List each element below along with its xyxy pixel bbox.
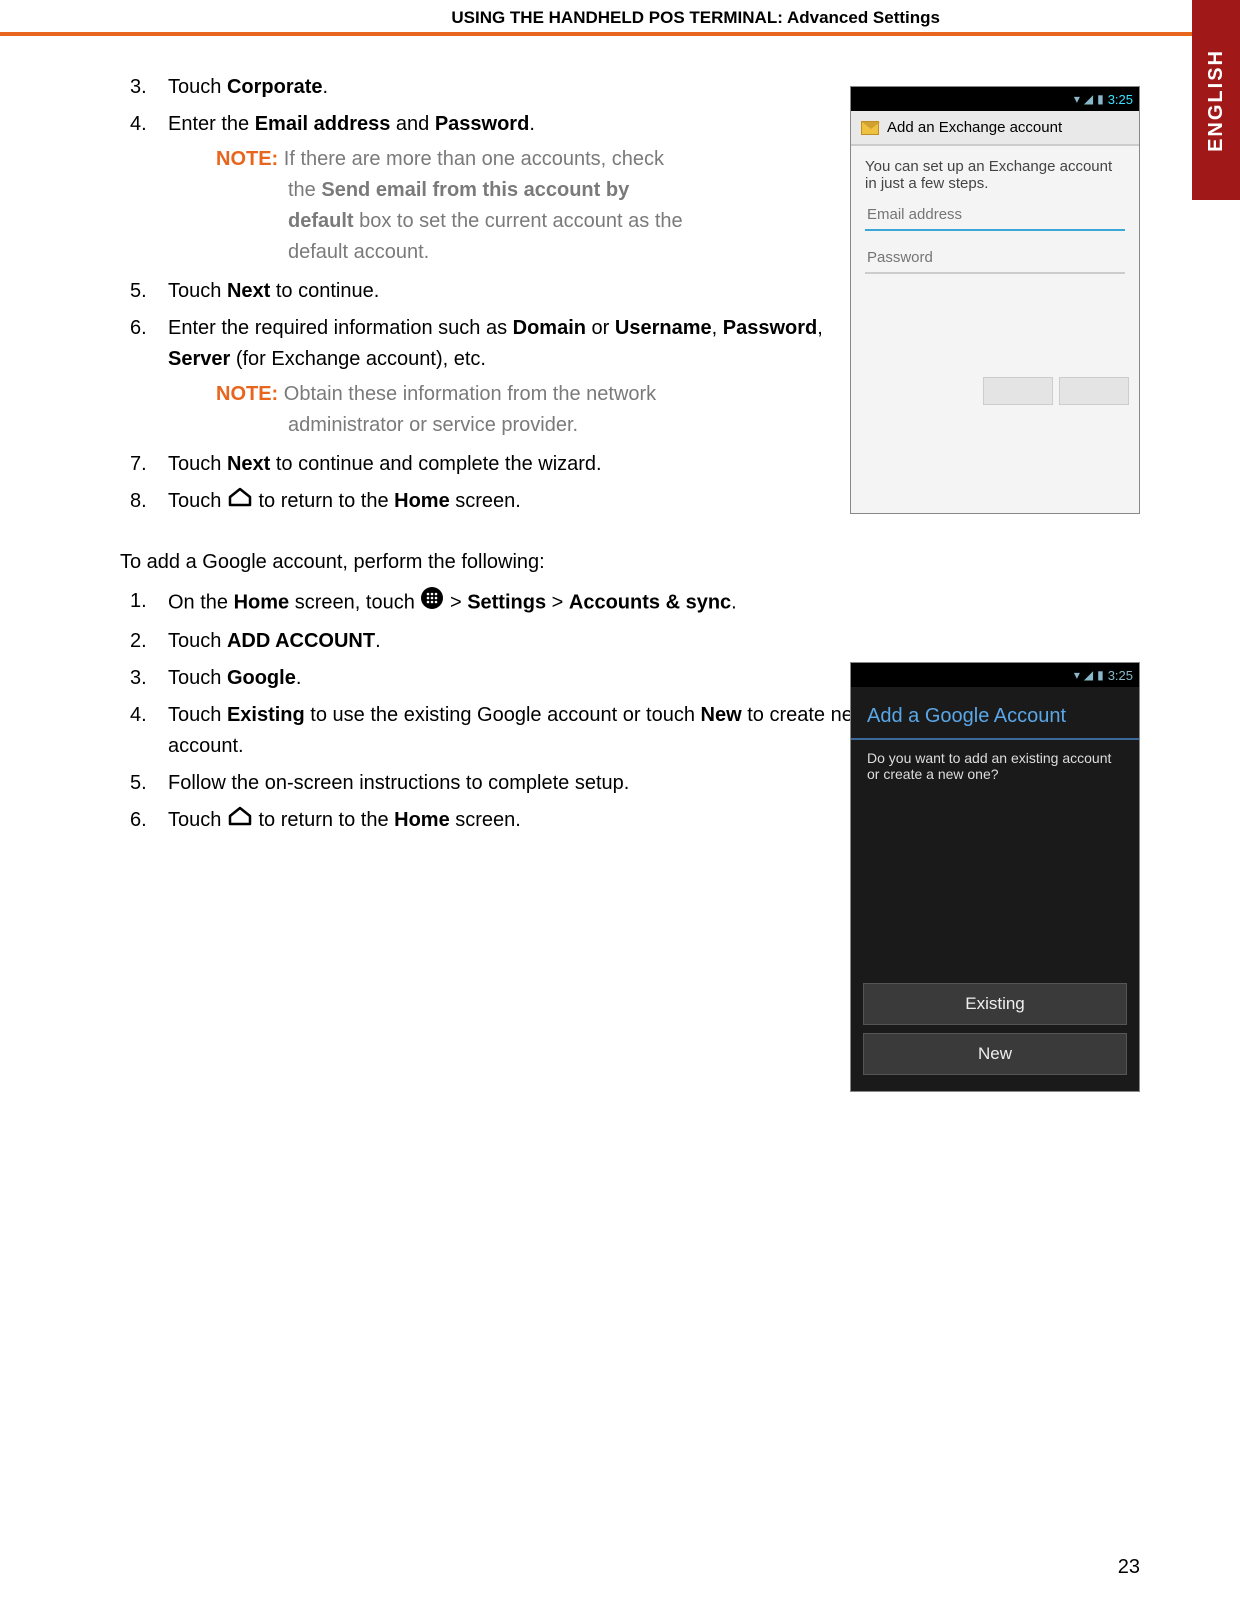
bold: Email address bbox=[255, 113, 391, 135]
bold: Next bbox=[227, 280, 270, 302]
email-field[interactable] bbox=[865, 200, 1125, 231]
screen-title: Add a Google Account bbox=[851, 687, 1139, 740]
step-number: 7. bbox=[130, 449, 147, 480]
bold: Password bbox=[435, 113, 529, 135]
existing-button[interactable]: Existing bbox=[863, 983, 1127, 1025]
g-step-6: 6. Touch to return to the Home screen. bbox=[120, 805, 880, 836]
page-number: 23 bbox=[1118, 1556, 1140, 1579]
header-title: USING THE HANDHELD POS TERMINAL: Advance… bbox=[451, 8, 940, 28]
instruction-text: You can set up an Exchange account in ju… bbox=[865, 158, 1125, 192]
home-icon bbox=[227, 486, 253, 517]
step-number: 4. bbox=[130, 700, 147, 731]
instruction-list-1: 3. Touch Corporate. 4. Enter the Email a… bbox=[120, 72, 880, 517]
battery-icon: ▮ bbox=[1097, 92, 1104, 106]
step-3: 3. Touch Corporate. bbox=[120, 72, 880, 103]
text: Touch bbox=[168, 280, 227, 302]
wifi-icon: ▾ bbox=[1074, 92, 1080, 106]
clock: 3:25 bbox=[1108, 92, 1133, 107]
note-text: administrator or service provider. bbox=[216, 410, 880, 441]
note-text: default account. bbox=[216, 237, 880, 268]
step-number: 4. bbox=[130, 109, 147, 140]
note-text: If there are more than one accounts, che… bbox=[278, 148, 664, 170]
instruction-list-2: 1. On the Home screen, touch > Settings … bbox=[120, 586, 880, 836]
new-button[interactable]: New bbox=[863, 1033, 1127, 1075]
main-content: 3. Touch Corporate. 4. Enter the Email a… bbox=[120, 72, 880, 842]
step-4: 4. Enter the Email address and Password.… bbox=[120, 109, 880, 268]
step-8: 8. Touch to return to the Home screen. bbox=[120, 486, 880, 517]
g-step-5: 5. Follow the on-screen instructions to … bbox=[120, 768, 880, 799]
note-label: NOTE: bbox=[216, 148, 278, 170]
step-5: 5. Touch Next to continue. bbox=[120, 276, 880, 307]
google-intro: To add a Google account, perform the fol… bbox=[120, 547, 880, 578]
note-label: NOTE: bbox=[216, 383, 278, 405]
clock: 3:25 bbox=[1108, 668, 1133, 683]
step-number: 6. bbox=[130, 805, 147, 836]
note-text: the Send email from this account by bbox=[216, 175, 880, 206]
step-number: 8. bbox=[130, 486, 147, 517]
step-number: 1. bbox=[130, 586, 147, 617]
signal-icon: ◢ bbox=[1084, 668, 1093, 682]
note-2: NOTE: Obtain these information from the … bbox=[168, 379, 880, 441]
text: Enter the bbox=[168, 113, 255, 135]
question-text: Do you want to add an existing account o… bbox=[851, 740, 1139, 792]
step-number: 5. bbox=[130, 768, 147, 799]
step-6: 6. Enter the required information such a… bbox=[120, 313, 880, 441]
button-row bbox=[983, 377, 1129, 405]
g-step-1: 1. On the Home screen, touch > Settings … bbox=[120, 586, 880, 620]
header-bar: USING THE HANDHELD POS TERMINAL: Advance… bbox=[0, 0, 1240, 36]
step-number: 2. bbox=[130, 626, 147, 657]
screen-body: You can set up an Exchange account in ju… bbox=[851, 146, 1139, 290]
button-group: Existing New bbox=[863, 975, 1127, 1075]
note-text: default box to set the current account a… bbox=[216, 206, 880, 237]
step-number: 3. bbox=[130, 72, 147, 103]
step-number: 3. bbox=[130, 663, 147, 694]
step-7: 7. Touch Next to continue and complete t… bbox=[120, 449, 880, 480]
bold: Corporate bbox=[227, 76, 323, 98]
status-bar: ▾ ◢ ▮ 3:25 bbox=[851, 663, 1139, 687]
screenshot-google: ▾ ◢ ▮ 3:25 Add a Google Account Do you w… bbox=[850, 662, 1140, 1092]
text: Touch bbox=[168, 76, 227, 98]
text: to continue. bbox=[270, 280, 379, 302]
text: and bbox=[390, 113, 434, 135]
note-1: NOTE: If there are more than one account… bbox=[168, 144, 880, 268]
g-step-2: 2. Touch ADD ACCOUNT. bbox=[120, 626, 880, 657]
g-step-4: 4. Touch Existing to use the existing Go… bbox=[120, 700, 880, 762]
text: Enter the required information such as bbox=[168, 317, 513, 339]
home-icon bbox=[227, 805, 253, 836]
text: . bbox=[529, 113, 535, 135]
battery-icon: ▮ bbox=[1097, 668, 1104, 682]
password-field[interactable] bbox=[865, 243, 1125, 274]
screen-title: Add an Exchange account bbox=[887, 119, 1062, 136]
note-text: Obtain these information from the networ… bbox=[278, 383, 656, 405]
step-number: 6. bbox=[130, 313, 147, 344]
language-label: ENGLISH bbox=[1205, 49, 1228, 152]
language-tab: ENGLISH bbox=[1192, 0, 1240, 200]
text: . bbox=[323, 76, 329, 98]
step-number: 5. bbox=[130, 276, 147, 307]
screen-title-bar: Add an Exchange account bbox=[851, 111, 1139, 146]
status-bar: ▾ ◢ ▮ 3:25 bbox=[851, 87, 1139, 111]
wifi-icon: ▾ bbox=[1074, 668, 1080, 682]
ghost-button[interactable] bbox=[1059, 377, 1129, 405]
mail-icon bbox=[861, 121, 879, 135]
apps-icon bbox=[420, 586, 444, 620]
ghost-button[interactable] bbox=[983, 377, 1053, 405]
g-step-3: 3. Touch Google. bbox=[120, 663, 880, 694]
screenshot-exchange: ▾ ◢ ▮ 3:25 Add an Exchange account You c… bbox=[850, 86, 1140, 514]
signal-icon: ◢ bbox=[1084, 92, 1093, 106]
